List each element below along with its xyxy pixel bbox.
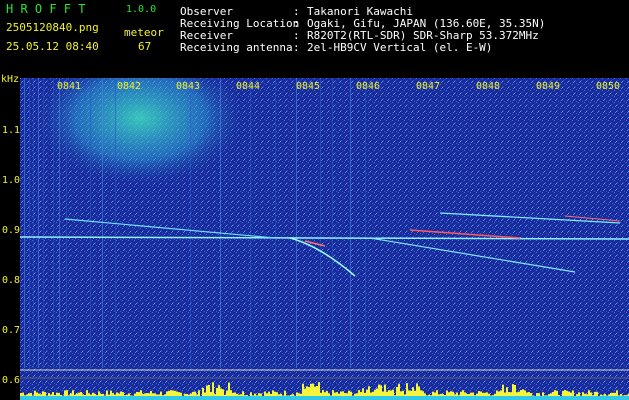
interference-streak: [29, 78, 30, 368]
interference-streak: [59, 78, 60, 368]
info-value-antenna: 2el-HB9CV Vertical (el. E-W): [307, 41, 493, 54]
time-tick-label: 0845: [296, 81, 321, 92]
interference-streak: [24, 78, 25, 368]
time-tick-label: 0844: [236, 81, 261, 92]
info-label-antenna: Receiving antenna: [180, 41, 293, 54]
interference-streak: [332, 78, 333, 368]
meteor-count: 67: [138, 40, 152, 53]
y-tick-label: 0.9: [2, 225, 21, 236]
y-unit-label: kHz: [1, 74, 20, 85]
info-label-receiver: Receiver: [180, 29, 233, 42]
info-value-location: Ogaki, Gifu, JAPAN (136.60E, 35.35N): [307, 17, 546, 30]
spectrogram-plot: [20, 78, 629, 400]
info-label-observer: Observer: [180, 5, 233, 18]
y-tick-label: 0.7: [2, 325, 21, 336]
time-tick-label: 0842: [117, 81, 142, 92]
time-tick-label: 0847: [416, 81, 441, 92]
time-tick-label: 0846: [356, 81, 381, 92]
time-tick-label: 0848: [476, 81, 501, 92]
interference-streak: [38, 78, 39, 368]
interference-streak: [250, 78, 251, 368]
info-sep: :: [293, 41, 300, 54]
time-tick-label: 0849: [536, 81, 561, 92]
hroff-screen: H R O F F T 1.0.0 2505120840.png meteor …: [0, 0, 629, 400]
y-tick-label: 0.8: [2, 275, 21, 286]
time-tick-label: 0843: [176, 81, 201, 92]
meteor-label: meteor: [124, 26, 164, 39]
interference-streak: [90, 78, 91, 368]
info-sep: :: [293, 17, 300, 30]
interference-streak: [190, 78, 191, 368]
y-tick-label: 1.1: [2, 125, 21, 136]
app-version: 1.0.0: [126, 4, 157, 15]
info-value-receiver: R820T2(RTL-SDR) SDR-Sharp 53.372MHz: [307, 29, 539, 42]
time-tick-label: 0850: [596, 81, 621, 92]
y-tick-label: 1.0: [2, 175, 21, 186]
interference-streak: [365, 78, 366, 368]
info-sep: :: [293, 29, 300, 42]
interference-streak: [296, 78, 297, 368]
y-tick-label: 0.6: [2, 375, 21, 386]
level-baseline: [20, 396, 629, 400]
info-value-observer: Takanori Kawachi: [307, 5, 413, 18]
info-sep: :: [293, 5, 300, 18]
interference-streak: [43, 78, 44, 368]
interference-streak: [275, 78, 276, 368]
file-name: 2505120840.png: [6, 21, 99, 34]
app-logo: H R O F F T: [6, 2, 86, 16]
interference-streak: [220, 78, 221, 368]
spectrogram-svg: [20, 78, 629, 400]
interference-streak: [320, 78, 321, 368]
interference-streak: [350, 78, 351, 368]
interference-streak: [53, 78, 54, 368]
interference-streak: [33, 78, 34, 368]
timestamp: 25.05.12 08:40: [6, 40, 99, 53]
time-tick-label: 0841: [57, 81, 82, 92]
interference-streak: [66, 78, 67, 368]
info-label-location: Receiving Location: [180, 17, 300, 30]
